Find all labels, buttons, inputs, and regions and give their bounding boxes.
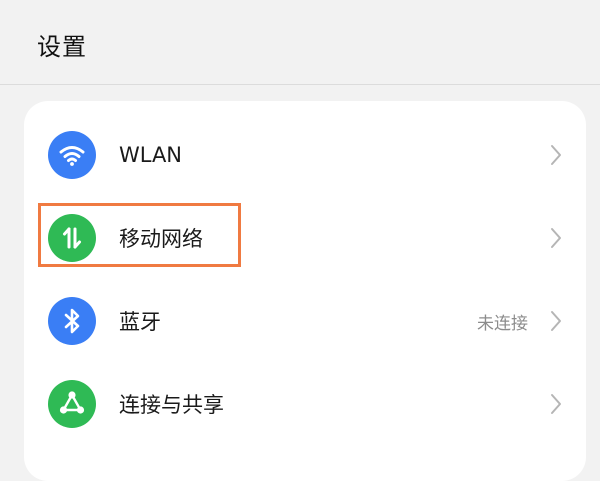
settings-item-connection-sharing[interactable]: 连接与共享 <box>24 362 586 446</box>
bluetooth-status-text: 未连接 <box>477 313 528 334</box>
settings-item-label: 移动网络 <box>119 227 203 251</box>
settings-item-label: 蓝牙 <box>119 310 161 334</box>
settings-item-wlan[interactable]: WLAN <box>24 113 586 197</box>
chevron-right-icon <box>548 144 564 166</box>
settings-item-mobile-network[interactable]: 移动网络 <box>24 196 586 280</box>
settings-item-label: WLAN <box>119 143 183 167</box>
page-title: 设置 <box>37 33 87 61</box>
bluetooth-icon <box>48 297 96 345</box>
share-icon <box>48 380 96 428</box>
chevron-right-icon <box>548 227 564 249</box>
settings-item-bluetooth[interactable]: 蓝牙 未连接 <box>24 279 586 363</box>
wifi-icon <box>48 131 96 179</box>
settings-card: WLAN 移动网络 蓝牙 未连接 连接与共享 <box>24 101 586 481</box>
header-bar: 设置 <box>0 0 600 85</box>
chevron-right-icon <box>548 310 564 332</box>
chevron-right-icon <box>548 393 564 415</box>
settings-item-label: 连接与共享 <box>119 393 224 417</box>
mobile-data-icon <box>48 214 96 262</box>
